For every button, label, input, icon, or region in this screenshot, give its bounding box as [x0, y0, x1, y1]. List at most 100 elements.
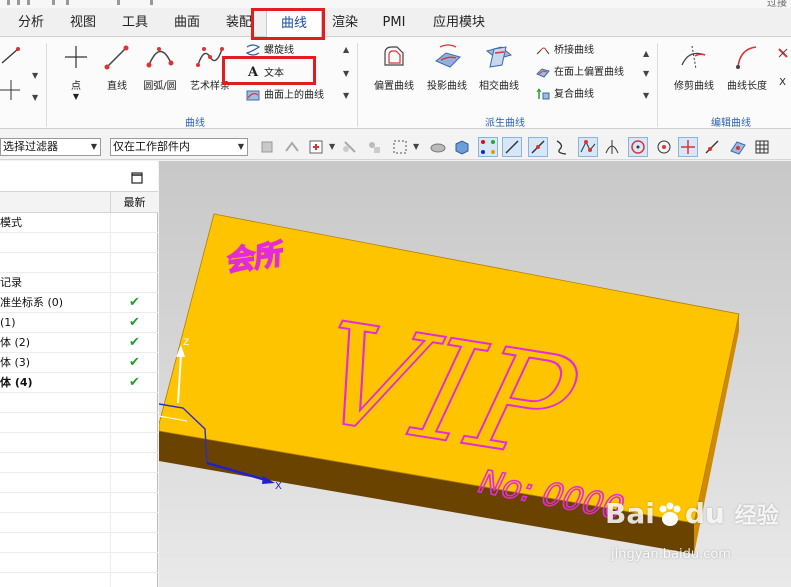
highlight-box-text-command [222, 56, 316, 85]
navigator-row[interactable] [0, 413, 158, 433]
crosshair-partial-icon[interactable] [0, 79, 22, 101]
project-curve-button[interactable]: 投影曲线 [422, 43, 472, 107]
edit-curve-group-label: 编辑曲线 [711, 118, 751, 129]
dropdown-arrow-icon[interactable]: ▼ [413, 142, 419, 151]
tab-render[interactable]: 渲染 [322, 8, 368, 37]
pick-tool-icon[interactable] [364, 137, 384, 157]
solid-body-icon[interactable] [428, 137, 448, 157]
navigator-row[interactable]: 准坐标系 (0) ✔ [0, 293, 158, 313]
navigator-row[interactable] [0, 473, 158, 493]
quick-access-icon[interactable] [27, 0, 30, 5]
tab-label: 曲面 [173, 15, 200, 30]
bridge-curve-button[interactable]: 桥接曲线 [536, 41, 594, 61]
point-icon [65, 46, 87, 68]
navigator-row[interactable]: 记录 [0, 273, 158, 293]
part-navigator: 最新 模式记录 准坐标系 (0) ✔ (1) ✔ 体 (2) ✔ 体 (3) ✔ 体 (4) ✔ [0, 161, 158, 587]
navigator-row[interactable] [0, 253, 158, 273]
grid-icon[interactable] [752, 137, 772, 157]
snap-quadrant-icon[interactable] [654, 137, 674, 157]
maximize-icon[interactable] [131, 172, 143, 184]
navigator-row[interactable] [0, 433, 158, 453]
snap-line-icon[interactable] [502, 137, 522, 157]
navigator-row[interactable] [0, 393, 158, 413]
curve-group-label: 曲线 [185, 118, 205, 129]
curve-on-surface-icon [246, 90, 260, 101]
scroll-down-icon[interactable]: ▼ [643, 69, 649, 78]
curve-length-button[interactable]: 曲线长度 [722, 43, 772, 107]
line-partial-icon[interactable] [0, 45, 22, 67]
snap-endpoint-icon[interactable] [478, 137, 498, 157]
dropdown-arrow-icon[interactable]: ▼ [329, 142, 335, 151]
snap-curve-icon[interactable] [552, 137, 572, 157]
wcs-x-label: X [275, 481, 282, 492]
tab-surface[interactable]: 曲面 [164, 8, 210, 37]
curve-on-surface-button[interactable]: 曲面上的曲线 [246, 86, 324, 106]
snap-existing-point-icon[interactable] [678, 137, 698, 157]
point-label: 点 [71, 81, 81, 92]
select-tool-icon[interactable] [258, 137, 278, 157]
scope-select[interactable]: 仅在工作部件内 ▼ [110, 138, 248, 156]
line-button[interactable]: 直线 [100, 43, 134, 107]
offset-curve-button[interactable]: 偏置曲线 [368, 43, 420, 107]
quick-access-icon[interactable] [117, 0, 120, 5]
quick-access-icon[interactable] [52, 0, 55, 5]
navigator-row[interactable]: (1) ✔ [0, 313, 158, 333]
navigator-row[interactable] [0, 513, 158, 533]
trim-curve-button[interactable]: 修剪曲线 [668, 43, 720, 107]
offset-on-face-button[interactable]: 在面上偏置曲线 [536, 63, 624, 83]
dropdown-arrow-icon[interactable]: ▼ [32, 71, 38, 80]
navigator-row[interactable]: 体 (2) ✔ [0, 333, 158, 353]
up-to-date-check-icon [110, 233, 158, 253]
graphics-viewport[interactable]: VIP 会所 No: 0000 X Z Bai du 经验 jingyan.ba… [159, 161, 791, 587]
snap-point-on-curve-icon[interactable] [702, 137, 722, 157]
offset-on-face-icon [536, 68, 550, 78]
snap-midpoint-icon[interactable] [528, 137, 548, 157]
cube-icon[interactable] [452, 137, 472, 157]
navigator-row[interactable] [0, 493, 158, 513]
more-icon[interactable]: ▼ [643, 91, 649, 100]
snap-control-point-icon[interactable] [578, 137, 598, 157]
navigator-row[interactable] [0, 533, 158, 553]
edit-more-button[interactable]: X [774, 43, 791, 107]
composite-curve-button[interactable]: 复合曲线 [536, 85, 594, 105]
arc-circle-button[interactable]: 圆弧/圆 [138, 43, 182, 107]
tab-tools[interactable]: 工具 [112, 8, 158, 37]
navigator-row[interactable] [0, 453, 158, 473]
quick-access-icon[interactable] [17, 0, 20, 5]
ribbon-separator [357, 43, 358, 127]
up-to-date-check-icon [110, 253, 158, 273]
select-tool-icon[interactable] [282, 137, 302, 157]
snap-intersection-icon[interactable] [602, 137, 622, 157]
tab-view[interactable]: 视图 [60, 8, 106, 37]
column-latest[interactable]: 最新 [110, 192, 158, 214]
tab-pmi[interactable]: PMI [374, 8, 414, 37]
navigator-row[interactable] [0, 233, 158, 253]
curve-length-icon [736, 46, 757, 69]
snap-center-icon[interactable] [628, 137, 648, 157]
navigator-row[interactable]: 模式 [0, 213, 158, 233]
quick-access-icon[interactable] [7, 0, 10, 5]
navigator-row[interactable] [0, 573, 158, 587]
dropdown-arrow-icon[interactable]: ▼ [32, 93, 38, 102]
quick-access-icon[interactable] [66, 0, 69, 5]
rectangle-select-icon[interactable] [390, 137, 410, 157]
quick-access-icon[interactable] [150, 0, 153, 5]
navigator-row-name: (1) [0, 316, 16, 329]
scroll-up-icon[interactable]: ▲ [343, 45, 349, 54]
navigator-row-name: 体 (3) [0, 356, 31, 369]
pick-tool-icon[interactable] [340, 137, 360, 157]
selection-filter-select[interactable]: 选择过滤器 ▼ [0, 138, 101, 156]
navigator-row[interactable] [0, 553, 158, 573]
tab-analysis[interactable]: 分析 [8, 8, 54, 37]
snap-point-icon[interactable] [306, 137, 326, 157]
intersection-curve-button[interactable]: 相交曲线 [474, 43, 524, 107]
navigator-row[interactable]: 体 (4) ✔ [0, 373, 158, 393]
up-to-date-check-icon [110, 413, 158, 433]
more-icon[interactable]: ▼ [343, 91, 349, 100]
snap-point-on-face-icon[interactable] [728, 137, 748, 157]
scroll-up-icon[interactable]: ▲ [643, 49, 649, 58]
navigator-row[interactable]: 体 (3) ✔ [0, 353, 158, 373]
scroll-down-icon[interactable]: ▼ [343, 69, 349, 78]
point-button[interactable]: 点 ▼ [60, 43, 92, 107]
tab-applications[interactable]: 应用模块 [424, 8, 494, 37]
